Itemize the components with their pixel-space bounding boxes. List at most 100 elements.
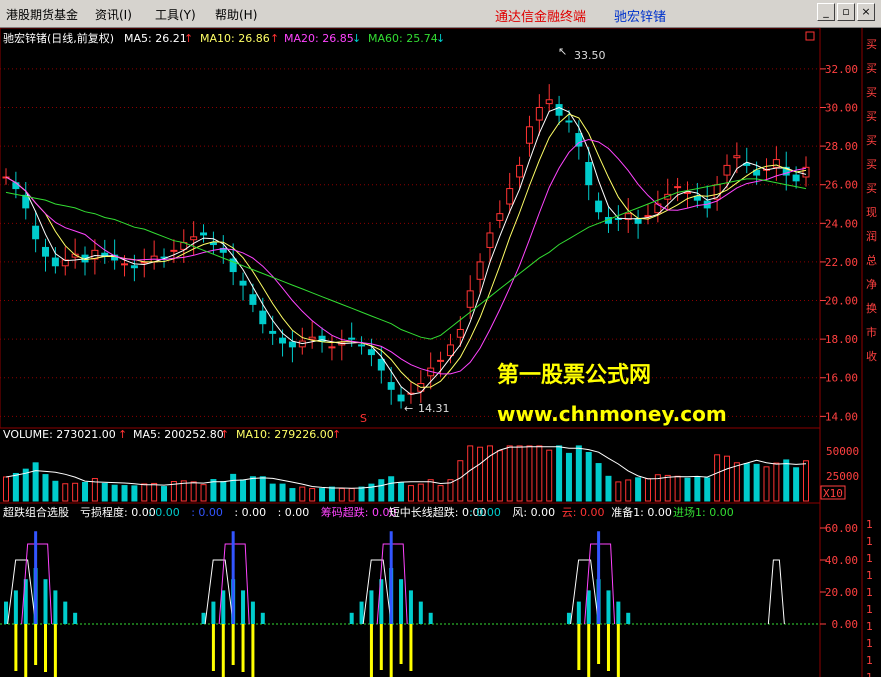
side-info-label: 买 [866, 182, 877, 195]
candle-body [249, 294, 257, 305]
candle-body [486, 232, 494, 248]
candle-body [446, 344, 454, 357]
menu-info[interactable]: 资讯(I) [95, 6, 132, 23]
volume-tick-25000: 25000 [826, 470, 859, 483]
restore-icon[interactable]: ▫ [837, 3, 855, 21]
candle-body [723, 164, 731, 176]
side-info-label: 现 [866, 206, 877, 219]
indicator-value-7: : 0.00 [469, 506, 501, 519]
volume-bar [773, 462, 780, 502]
indicator-bar [63, 601, 68, 624]
low-price-marker: 14.31 [418, 402, 450, 415]
volume-bar [694, 476, 701, 502]
volume-bar [674, 475, 681, 502]
volume-bar [783, 459, 790, 502]
indicator-bar [576, 601, 581, 624]
indicator-side-label: 1 [866, 535, 873, 548]
side-info-label: 润 [866, 229, 877, 243]
indicator-side-label: 1 [866, 620, 873, 633]
volume-bar [556, 445, 563, 502]
candle-body [456, 328, 464, 338]
indicator-neg-bar [211, 624, 215, 671]
indicator-neg-bar [221, 624, 225, 677]
candle-body [130, 265, 138, 269]
volume-bar [704, 477, 711, 502]
volume-bar [190, 481, 197, 502]
volume-bar [259, 476, 266, 502]
stock-name-link[interactable]: 驰宏锌锗 [614, 6, 666, 25]
indicator-neg-bar [606, 624, 610, 671]
candle-body [239, 280, 247, 286]
candle-body [288, 341, 296, 348]
indicator-tick-label: 60.00 [825, 522, 858, 535]
volume-bar [3, 476, 9, 502]
price-axis: 32.00 30.00 28.00 26.00 24.00 22.00 20.00 18.00… [820, 63, 858, 423]
price-tick-label: 18.00 [825, 333, 858, 346]
menu-tools[interactable]: 工具(Y) [155, 6, 196, 23]
candle-body [683, 191, 691, 194]
price-tick-label: 20.00 [825, 295, 858, 308]
indicator-neg-bar [231, 624, 235, 665]
high-arrow-icon: ↖ [558, 45, 567, 58]
volume-bar [12, 472, 19, 502]
indicator-bar [359, 601, 364, 624]
indicator-side-label: 1 [866, 603, 873, 616]
price-tick-label: 24.00 [825, 217, 858, 230]
price-tick-label: 16.00 [825, 372, 858, 385]
indicator-neg-bar [379, 624, 383, 670]
volume-bar [151, 482, 158, 502]
panel-maximize-icon[interactable] [805, 31, 815, 41]
indicator-value-1: : 0.00 [148, 506, 180, 519]
indicator-bar [606, 590, 611, 624]
candle-body [792, 174, 800, 182]
indicator-bar [260, 612, 265, 624]
price-tick-label: 28.00 [825, 140, 858, 153]
indicator-side-label: 1 [866, 671, 873, 677]
volume-bar [319, 488, 326, 502]
volume-bar [763, 466, 770, 502]
price-panel-title: 驰宏锌锗(日线,前复权) [3, 31, 114, 45]
indicator-bar [73, 612, 78, 624]
indicator-side-label: 1 [866, 569, 873, 582]
volume-bar [467, 445, 474, 502]
price-tick-label: 30.00 [825, 101, 858, 114]
volume-bar [101, 482, 108, 502]
kline-chart[interactable]: 32.00 30.00 28.00 26.00 24.00 22.00 20.00 18.00… [0, 28, 881, 677]
indicator-value-0: 亏损程度: 0.00 [80, 505, 156, 519]
indicator-neg-bar [34, 624, 38, 665]
side-info-label: 收 [866, 349, 877, 363]
volume-bar [279, 483, 286, 502]
indicator-neg-bar [251, 624, 255, 677]
indicator-white-spike [767, 559, 785, 625]
minimize-icon[interactable]: _ [817, 3, 835, 21]
volume-bar [210, 479, 217, 502]
indicator-header: 超跌组合选股 亏损程度: 0.00: 0.00: 0.00: 0.00: 0.0… [3, 505, 734, 519]
indicator-bar [349, 612, 354, 624]
volume-bar [52, 480, 59, 502]
menu-help[interactable]: 帮助(H) [215, 6, 257, 23]
candle-body [170, 249, 178, 252]
volume-bar [644, 478, 651, 502]
side-info-label: 买 [866, 86, 877, 99]
menu-bar: 港股期货基金 资讯(I) 工具(Y) 帮助(H) 通达信金融终端 驰宏锌锗 _ … [0, 0, 881, 28]
indicator-neg-bar [577, 624, 581, 670]
volume-bar [625, 479, 632, 502]
candle-body [12, 182, 20, 190]
volume-ma10-label: MA10: 279226.00 [236, 428, 334, 441]
indicator-white-spike [7, 559, 37, 625]
indicator-bar [53, 590, 58, 624]
ma10-line [5, 113, 807, 388]
indicator-value-3: : 0.00 [234, 506, 266, 519]
close-icon[interactable]: × [857, 3, 875, 21]
ma5-line [5, 106, 807, 396]
menu-hk-futures-funds[interactable]: 港股期货基金 [6, 6, 78, 23]
indicator-neg-bar [369, 624, 373, 677]
indicator-neg-bar [399, 624, 403, 664]
volume-bar [417, 483, 424, 502]
candle-body [358, 344, 366, 347]
volume-bar [753, 463, 760, 502]
candle-body [506, 188, 514, 205]
volume-bar [536, 445, 543, 502]
candlestick-series [2, 84, 810, 409]
volume-bar [615, 481, 622, 502]
